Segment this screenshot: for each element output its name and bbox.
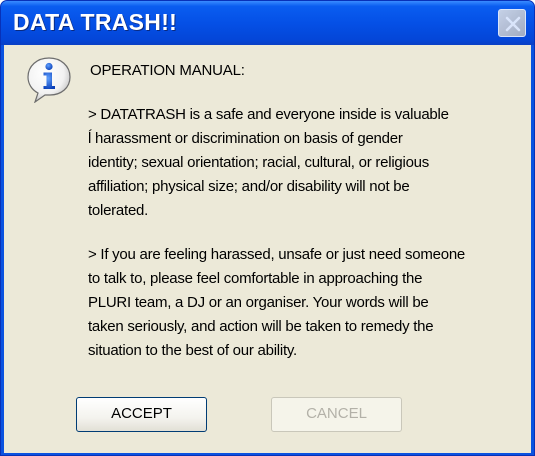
dialog-window: DATA TRASH!! OPERATION MANUAL: > DATATRA… bbox=[0, 0, 535, 456]
close-icon bbox=[505, 16, 521, 32]
dialog-body: OPERATION MANUAL: > DATATRASH is a safe … bbox=[4, 45, 531, 453]
window-title: DATA TRASH!! bbox=[13, 9, 178, 35]
message-paragraph-1: > DATATRASH is a safe and everyone insid… bbox=[88, 106, 449, 219]
cancel-button: CANCEL bbox=[271, 397, 402, 432]
manual-heading: OPERATION MANUAL: bbox=[90, 62, 245, 79]
message-paragraph-2: > If you are feeling harassed, unsafe or… bbox=[88, 246, 466, 359]
accept-button[interactable]: ACCEPT bbox=[76, 397, 207, 432]
close-button[interactable] bbox=[498, 9, 526, 37]
title-bar[interactable]: DATA TRASH!! bbox=[1, 1, 534, 45]
info-icon bbox=[27, 57, 71, 103]
